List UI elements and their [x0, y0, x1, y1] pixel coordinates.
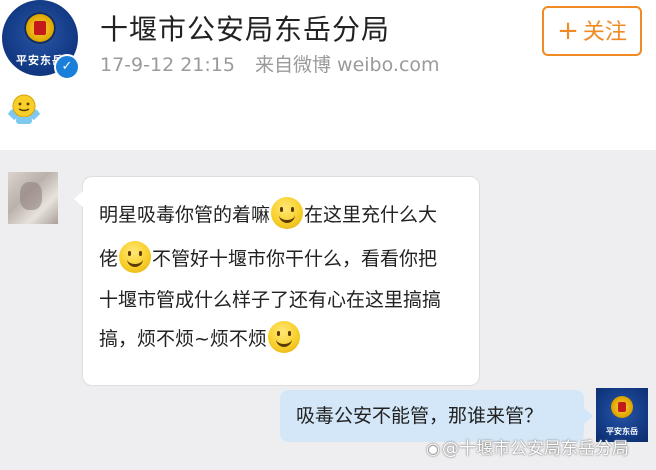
- weibo-watermark: ◉ @十堰市公安局东岳分局: [426, 434, 629, 459]
- shrug-emoji-icon: [8, 94, 40, 124]
- police-emblem-icon: [611, 396, 633, 418]
- police-emblem-icon: [24, 12, 56, 44]
- smile-emoji-icon: [271, 197, 304, 229]
- smile-emoji-icon: [267, 321, 300, 353]
- post-header: 平安东岳 ✓ 十堰市公安局东岳分局 17-9-12 21:15 来自微博 wei…: [0, 0, 656, 150]
- message-text: 佬: [99, 248, 119, 270]
- chat-area: 明星吸毒你管的着嘛 在这里充什么大 佬 不管好十堰市你干什么，看看你把 十堰市管成什…: [0, 150, 656, 470]
- incoming-message-bubble: 明星吸毒你管的着嘛 在这里充什么大 佬 不管好十堰市你干什么，看看你把 十堰市管成什…: [74, 176, 480, 386]
- message-line: 佬 不管好十堰市你干什么，看看你把: [99, 241, 437, 273]
- message-text: 不管好十堰市你干什么，看看你把: [152, 248, 438, 270]
- message-text: 十堰市管成什么样子了还有心在这里搞搞: [99, 289, 442, 311]
- smile-emoji-icon: [119, 241, 152, 273]
- message-text: 搞，烦不烦~烦不烦: [99, 328, 267, 350]
- follow-label: 关注: [582, 20, 627, 45]
- message-text: 明星吸毒你管的着嘛: [99, 204, 271, 226]
- plus-icon: +: [557, 16, 579, 46]
- message-line: 十堰市管成什么样子了还有心在这里搞搞: [99, 285, 441, 312]
- weibo-logo-icon: ◉: [426, 439, 440, 458]
- follow-button[interactable]: + 关注: [542, 6, 642, 56]
- watermark-text: @十堰市公安局东岳分局: [441, 439, 629, 459]
- verified-badge-icon: ✓: [54, 54, 80, 80]
- post-meta: 17-9-12 21:15 来自微博 weibo.com: [100, 50, 454, 77]
- post-timestamp: 17-9-12 21:15: [100, 54, 235, 76]
- message-text: 在这里充什么大: [304, 204, 438, 226]
- post-source: 来自微博 weibo.com: [255, 54, 440, 76]
- message-line: 搞，烦不烦~烦不烦: [99, 321, 301, 353]
- sender-avatar[interactable]: [8, 172, 58, 224]
- message-line: 明星吸毒你管的着嘛 在这里充什么大: [99, 197, 437, 229]
- account-name[interactable]: 十堰市公安局东岳分局: [100, 8, 390, 48]
